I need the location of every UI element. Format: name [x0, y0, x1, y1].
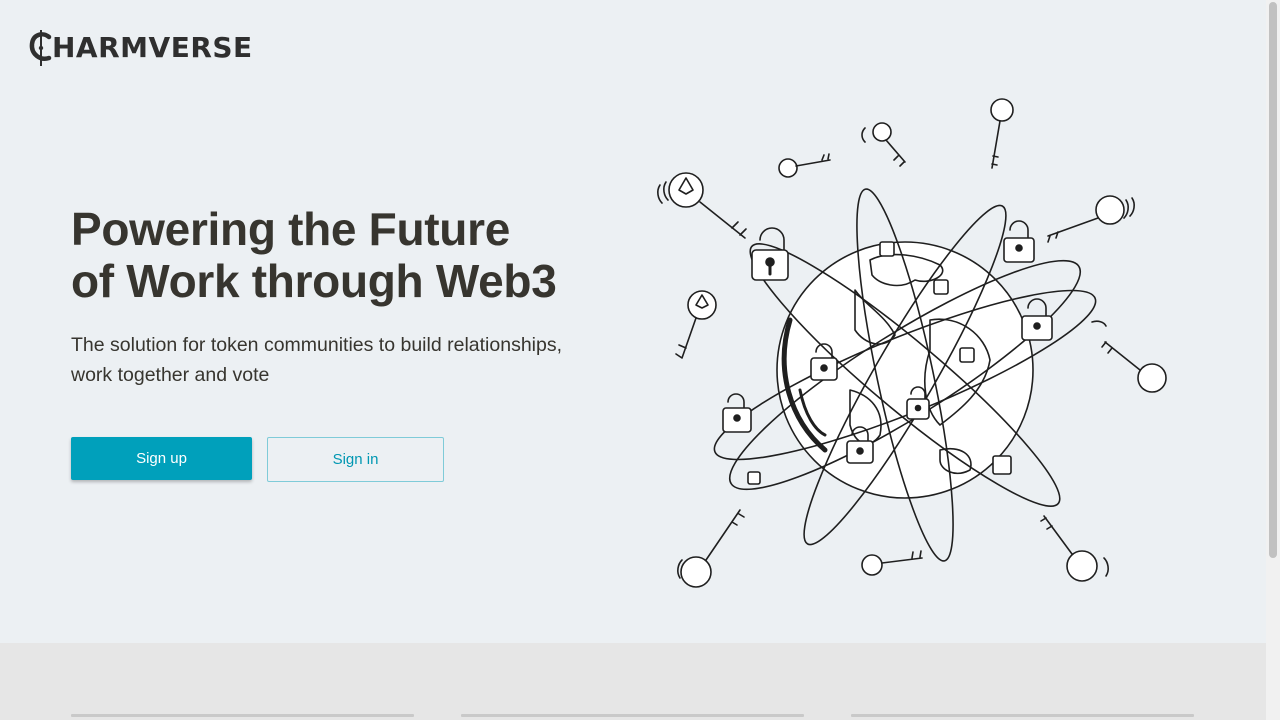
hero-headline-line-1: Powering the Future: [71, 203, 510, 255]
hero-subheading-line-2: work together and vote: [71, 364, 270, 386]
page-scrollbar[interactable]: [1266, 0, 1280, 720]
hero-subheading-line-1: The solution for token communities to bu…: [71, 334, 563, 356]
sign-in-button[interactable]: Sign in: [267, 437, 444, 482]
globe-with-keys-and-locks-icon: [657, 98, 1167, 588]
sign-up-button[interactable]: Sign up: [71, 437, 252, 480]
feature-card-top-border-1: [71, 714, 414, 717]
hero-section: HARMVERSE Powering the Future of Work th…: [0, 0, 1266, 643]
logo-wordmark: HARMVERSE: [52, 31, 253, 64]
hero-headline: Powering the Future of Work through Web3: [71, 203, 631, 307]
charmverse-logo-icon: [29, 30, 52, 66]
feature-card-top-border-3: [851, 714, 1194, 717]
charmverse-logo[interactable]: HARMVERSE: [28, 28, 253, 68]
feature-card-top-border-2: [461, 714, 804, 717]
hero-headline-line-2: of Work through Web3: [71, 255, 557, 307]
scrollbar-thumb[interactable]: [1269, 2, 1277, 558]
hero-subheading: The solution for token communities to bu…: [71, 330, 611, 390]
